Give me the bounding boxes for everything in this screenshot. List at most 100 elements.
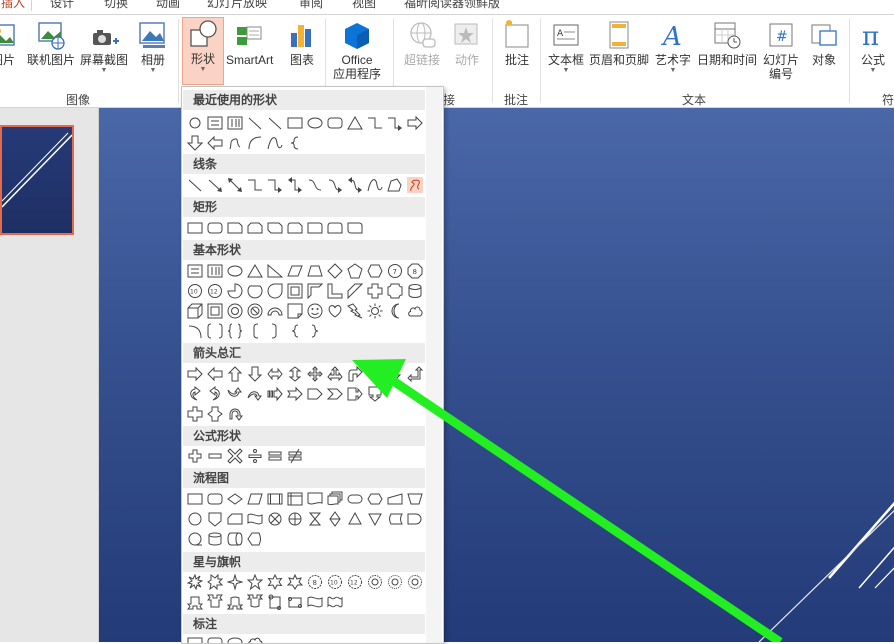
frame-shape-icon[interactable] (287, 283, 303, 299)
tab-insert[interactable]: 插入 (0, 0, 33, 11)
diamond-shape-icon[interactable] (327, 263, 343, 279)
curve-shape-icon[interactable] (267, 135, 283, 151)
triangle-shape-icon[interactable] (247, 263, 263, 279)
flowchart-preparation-icon[interactable] (367, 491, 383, 507)
star8-shape-icon[interactable]: 8 (307, 574, 323, 590)
math-minus-shape-icon[interactable] (207, 448, 223, 464)
chevron-shape-icon[interactable] (327, 386, 343, 402)
circular-arrow-shape-icon[interactable] (227, 406, 243, 422)
datetime-button[interactable]: 日期和时间 (697, 19, 757, 67)
oval-shape-icon[interactable] (187, 115, 203, 131)
flowchart-magnetic-disk-icon[interactable] (207, 531, 223, 547)
elbow-connector-icon[interactable] (247, 177, 263, 193)
up-ribbon-shape-icon[interactable] (187, 594, 203, 610)
rounded-rect-callout-icon[interactable] (207, 636, 223, 644)
curved-arrow-connector-icon[interactable] (327, 177, 343, 193)
pie-shape-icon[interactable] (227, 283, 243, 299)
flowchart-predefined-process-icon[interactable] (267, 491, 283, 507)
round-corner-rect-icon[interactable] (307, 220, 323, 236)
right-brace-shape-icon[interactable] (307, 323, 323, 339)
shapes-button[interactable]: 形状 ▼ (182, 17, 224, 85)
notched-right-arrow-shape-icon[interactable] (287, 386, 303, 402)
pentagon-arrow-shape-icon[interactable] (307, 386, 323, 402)
flowchart-delay-icon[interactable] (407, 511, 423, 527)
object-button[interactable]: 对象 (809, 19, 839, 67)
brace-shape-icon[interactable] (287, 135, 303, 151)
hexagon-shape-icon[interactable] (367, 263, 383, 279)
equation-button[interactable]: π 公式 ▼ (858, 19, 888, 75)
moon-shape-icon[interactable] (387, 303, 403, 319)
striped-right-arrow-shape-icon[interactable] (267, 386, 283, 402)
tab-view[interactable]: 视图 (352, 0, 376, 11)
horizontal-scroll-shape-icon[interactable] (287, 594, 303, 610)
freeform-shape-icon[interactable] (227, 135, 243, 151)
oval-shape-icon[interactable] (227, 263, 243, 279)
star12-shape-icon[interactable]: 12 (347, 574, 363, 590)
curved-down-arrow-shape-icon[interactable] (247, 386, 263, 402)
right-bracket-shape-icon[interactable] (267, 323, 283, 339)
right-arrow-shape-icon[interactable] (187, 366, 203, 382)
down-arrow-callout-shape-icon[interactable] (367, 386, 383, 402)
tab-transitions[interactable]: 切换 (104, 0, 128, 11)
quad-arrow-callout-shape-icon[interactable] (187, 406, 203, 422)
flowchart-direct-access-icon[interactable] (227, 531, 243, 547)
u-turn-arrow-shape-icon[interactable] (387, 366, 403, 382)
tab-animations[interactable]: 动画 (156, 0, 180, 11)
flowchart-manual-operation-icon[interactable] (407, 491, 423, 507)
elbow-arrow-connector-icon[interactable] (387, 115, 403, 131)
left-arrow-shape-icon[interactable] (207, 135, 223, 151)
cube-shape-icon[interactable] (187, 303, 203, 319)
flowchart-display-icon[interactable] (247, 531, 263, 547)
plus-shape-icon[interactable] (367, 283, 383, 299)
flowchart-manual-input-icon[interactable] (387, 491, 403, 507)
vertical-textbox-icon[interactable] (227, 115, 243, 131)
curved-up-arrow-shape-icon[interactable] (227, 386, 243, 402)
star10-shape-icon[interactable]: 10 (327, 574, 343, 590)
elbow-arrow-connector-icon[interactable] (267, 177, 283, 193)
left-right-up-arrow-shape-icon[interactable] (327, 366, 343, 382)
oval-callout-icon[interactable] (227, 636, 243, 644)
sun-shape-icon[interactable] (367, 303, 383, 319)
arc-shape-icon[interactable] (187, 323, 203, 339)
rounded-rect-shape-icon[interactable] (207, 220, 223, 236)
textbox-shape-icon[interactable] (187, 263, 203, 279)
star4-shape-icon[interactable] (227, 574, 243, 590)
flowchart-summing-junction-icon[interactable] (267, 511, 283, 527)
cloud-shape-icon[interactable] (407, 303, 423, 319)
left-right-arrow-shape-icon[interactable] (267, 366, 283, 382)
can-shape-icon[interactable] (407, 283, 423, 299)
flowchart-document-icon[interactable] (307, 491, 323, 507)
freeform-shape-icon[interactable] (387, 177, 403, 193)
l-shape-icon[interactable] (327, 283, 343, 299)
line-shape-icon[interactable] (187, 177, 203, 193)
lightning-bolt-shape-icon[interactable] (347, 303, 363, 319)
tab-foxit[interactable]: 福昕阅读器领鲜版 (404, 0, 500, 11)
curve-shape-icon[interactable] (367, 177, 383, 193)
flowchart-offpage-connector-icon[interactable] (207, 511, 223, 527)
bevel-shape-icon[interactable] (207, 303, 223, 319)
elbow-double-arrow-connector-icon[interactable] (287, 177, 303, 193)
double-arrow-line-icon[interactable] (227, 177, 243, 193)
arrow-line-icon[interactable] (207, 177, 223, 193)
math-divide-shape-icon[interactable] (247, 448, 263, 464)
rect-callout-icon[interactable] (187, 636, 203, 644)
up-arrow-shape-icon[interactable] (227, 366, 243, 382)
vertical-textbox-icon[interactable] (207, 263, 223, 279)
snip-diagonal-rect-icon[interactable] (267, 220, 283, 236)
curved-up-ribbon-shape-icon[interactable] (227, 594, 243, 610)
textbox-button[interactable]: A 文本框 ▼ (548, 19, 584, 75)
header-footer-button[interactable]: 页眉和页脚 (589, 19, 649, 67)
oval-shape-icon[interactable] (307, 115, 323, 131)
tab-design[interactable]: 设计 (50, 0, 74, 11)
rectangle-shape-icon[interactable] (187, 220, 203, 236)
wordart-button[interactable]: A 艺术字 ▼ (655, 19, 691, 75)
double-bracket-shape-icon[interactable] (207, 323, 223, 339)
smiley-face-shape-icon[interactable] (307, 303, 323, 319)
textbox-shape-icon[interactable] (207, 115, 223, 131)
star6-shape-icon[interactable] (267, 574, 283, 590)
pentagon-shape-icon[interactable] (347, 263, 363, 279)
snip-same-side-rect-icon[interactable] (247, 220, 263, 236)
flowchart-alternate-process-icon[interactable] (207, 491, 223, 507)
down-arrow-shape-icon[interactable] (187, 135, 203, 151)
curved-left-arrow-shape-icon[interactable] (207, 386, 223, 402)
